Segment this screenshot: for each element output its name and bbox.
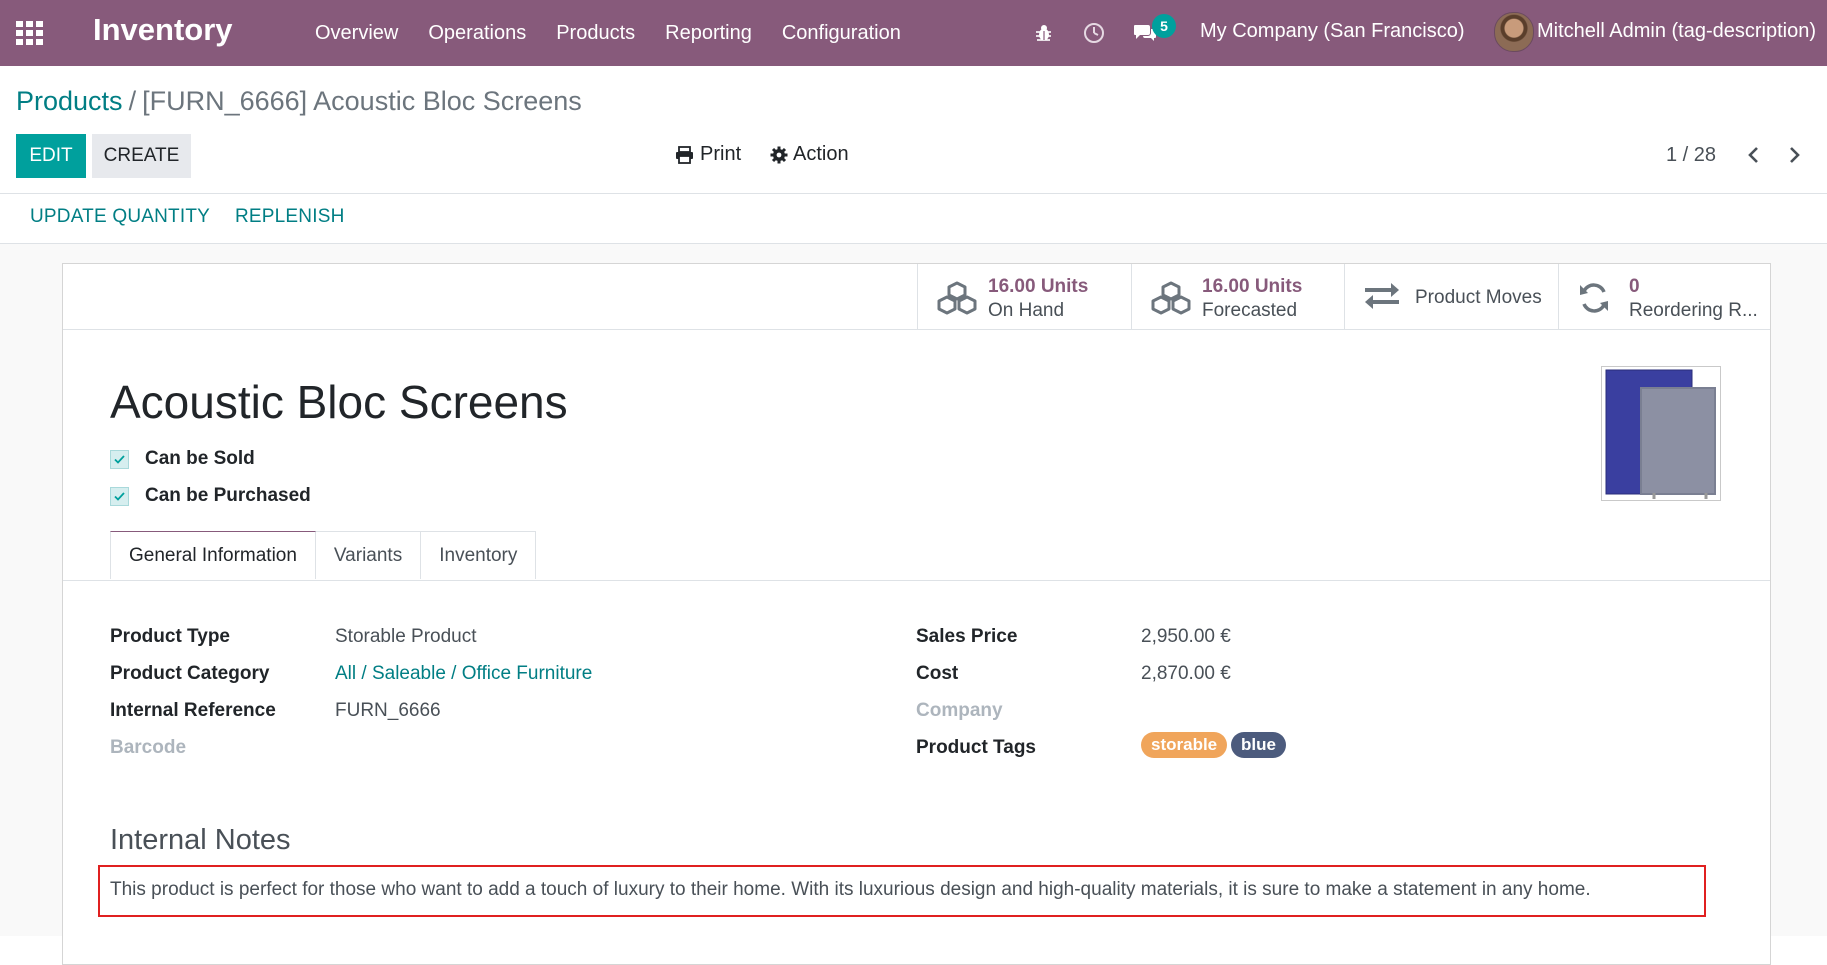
message-count-badge: 5 bbox=[1152, 14, 1176, 38]
reordering-rules-smart-button[interactable]: 0 Reordering R... bbox=[1558, 264, 1771, 329]
product-form-sheet: 16.00 Units On Hand 16.00 Units Forecast… bbox=[62, 263, 1771, 965]
product-name: Acoustic Bloc Screens bbox=[110, 376, 568, 428]
internal-notes-field[interactable]: This product is perfect for those who wa… bbox=[98, 865, 1706, 917]
breadcrumb-separator: / bbox=[128, 86, 137, 116]
menu-products[interactable]: Products bbox=[541, 22, 650, 45]
sales-price-label: Sales Price bbox=[916, 626, 1018, 647]
gear-icon bbox=[770, 146, 788, 163]
pager-next-button[interactable] bbox=[1784, 143, 1804, 167]
main-menu: Overview Operations Products Reporting C… bbox=[300, 0, 916, 66]
create-button[interactable]: CREATE bbox=[92, 134, 191, 178]
product-category-label: Product Category bbox=[110, 663, 270, 684]
action-label: Action bbox=[793, 143, 849, 165]
forecasted-smart-button[interactable]: 16.00 Units Forecasted bbox=[1131, 264, 1345, 329]
can-be-purchased-label: Can be Purchased bbox=[145, 485, 311, 506]
print-icon bbox=[676, 145, 693, 164]
cubes-icon bbox=[937, 281, 977, 315]
on-hand-value: 16.00 Units bbox=[988, 276, 1089, 297]
on-hand-smart-button[interactable]: 16.00 Units On Hand bbox=[917, 264, 1131, 329]
reordering-rules-label: Reordering R... bbox=[1629, 300, 1758, 321]
refresh-icon bbox=[1580, 283, 1608, 313]
tag-blue[interactable]: blue bbox=[1231, 732, 1286, 758]
exchange-arrows-icon bbox=[1365, 283, 1399, 309]
can-be-sold-checkbox[interactable]: Can be Sold bbox=[110, 448, 255, 470]
product-tags-label: Product Tags bbox=[916, 737, 1036, 758]
user-menu[interactable]: Mitchell Admin (tag-description) bbox=[1537, 20, 1816, 43]
update-quantity-button[interactable]: UPDATE QUANTITY bbox=[30, 206, 210, 228]
forecasted-label: Forecasted bbox=[1202, 300, 1298, 321]
menu-overview[interactable]: Overview bbox=[300, 22, 413, 45]
menu-operations[interactable]: Operations bbox=[413, 22, 541, 45]
print-label: Print bbox=[700, 143, 742, 165]
breadcrumb-current: [FURN_6666] Acoustic Bloc Screens bbox=[142, 86, 582, 116]
checkbox-checked-icon bbox=[110, 486, 129, 506]
app-name[interactable]: Inventory bbox=[93, 12, 233, 48]
internal-notes-title: Internal Notes bbox=[110, 824, 291, 856]
top-navbar: Inventory Overview Operations Products R… bbox=[0, 0, 1827, 66]
action-button[interactable]: Action bbox=[770, 143, 849, 166]
product-category-link[interactable]: All / Saleable / Office Furniture bbox=[335, 663, 592, 685]
product-moves-smart-button[interactable]: Product Moves bbox=[1344, 264, 1558, 329]
company-label: Company bbox=[916, 700, 1003, 721]
internal-notes-text: This product is perfect for those who wa… bbox=[110, 879, 1591, 900]
internal-reference-label: Internal Reference bbox=[110, 700, 276, 721]
tag-storable[interactable]: storable bbox=[1141, 732, 1228, 758]
product-moves-label: Product Moves bbox=[1415, 287, 1542, 308]
on-hand-label: On Hand bbox=[988, 300, 1065, 321]
tab-divider bbox=[63, 580, 1770, 581]
cost-label: Cost bbox=[916, 663, 959, 684]
tab-general-information[interactable]: General Information bbox=[110, 531, 316, 579]
form-tabs: General Information Variants Inventory bbox=[110, 531, 537, 579]
sales-price-value: 2,950.00 € bbox=[1141, 626, 1231, 647]
smart-button-box: 16.00 Units On Hand 16.00 Units Forecast… bbox=[63, 264, 1770, 330]
company-switcher[interactable]: My Company (San Francisco) bbox=[1200, 20, 1465, 43]
product-type-value: Storable Product bbox=[335, 626, 477, 647]
chevron-right-icon bbox=[1790, 147, 1800, 163]
barcode-label: Barcode bbox=[110, 737, 187, 758]
pager-previous-button[interactable] bbox=[1744, 143, 1764, 167]
product-image[interactable] bbox=[1601, 366, 1721, 501]
divider bbox=[0, 193, 1827, 194]
tab-inventory[interactable]: Inventory bbox=[420, 531, 537, 579]
clock-icon[interactable] bbox=[1083, 0, 1105, 66]
checkbox-checked-icon bbox=[110, 449, 129, 469]
bug-icon[interactable] bbox=[1034, 0, 1054, 66]
tab-variants[interactable]: Variants bbox=[314, 531, 422, 579]
product-type-label: Product Type bbox=[110, 626, 230, 647]
breadcrumb-products-link[interactable]: Products bbox=[16, 86, 123, 116]
internal-reference-value: FURN_6666 bbox=[335, 700, 441, 721]
apps-grid-icon[interactable] bbox=[16, 21, 44, 45]
cubes-icon bbox=[1151, 281, 1191, 315]
pager-value[interactable]: 1 / 28 bbox=[1666, 144, 1716, 167]
avatar[interactable] bbox=[1494, 12, 1534, 52]
forecasted-value: 16.00 Units bbox=[1202, 276, 1303, 297]
menu-configuration[interactable]: Configuration bbox=[767, 22, 916, 45]
can-be-sold-label: Can be Sold bbox=[145, 448, 255, 469]
print-button[interactable]: Print bbox=[675, 143, 741, 166]
reordering-rules-value: 0 bbox=[1629, 276, 1640, 297]
menu-reporting[interactable]: Reporting bbox=[650, 22, 767, 45]
chevron-left-icon bbox=[1748, 147, 1758, 163]
cost-value: 2,870.00 € bbox=[1141, 663, 1231, 684]
can-be-purchased-checkbox[interactable]: Can be Purchased bbox=[110, 485, 311, 507]
replenish-button[interactable]: REPLENISH bbox=[235, 206, 345, 228]
breadcrumb: Products / [FURN_6666] Acoustic Bloc Scree… bbox=[16, 86, 582, 117]
edit-button[interactable]: EDIT bbox=[16, 134, 86, 178]
